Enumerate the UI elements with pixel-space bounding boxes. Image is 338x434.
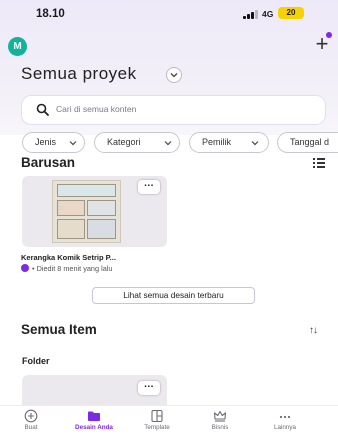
- chip-label: Pemilik: [202, 137, 232, 147]
- filter-chip-kategori[interactable]: Kategori: [94, 132, 180, 153]
- bottom-nav: Buat Desain Anda Template Bisnis Lainnya: [0, 405, 338, 434]
- template-icon: [151, 409, 163, 423]
- signal-icon: [243, 10, 259, 19]
- design-thumbnail[interactable]: ...: [22, 176, 167, 247]
- folder-label: Folder: [22, 356, 50, 366]
- design-meta: • Diedit 8 menit yang lalu: [21, 264, 112, 273]
- chevron-down-icon: [164, 141, 172, 146]
- design-title[interactable]: Kerangka Komik Setrip P...: [21, 253, 116, 262]
- chevron-down-icon: [251, 141, 259, 146]
- title-dropdown-button[interactable]: [166, 67, 182, 83]
- chevron-down-icon: [69, 141, 77, 146]
- avatar[interactable]: M: [8, 37, 27, 56]
- more-icon: [279, 415, 291, 419]
- nav-label: Buat: [24, 424, 38, 431]
- comic-preview: [52, 180, 121, 243]
- chip-label: Jenis: [35, 137, 57, 147]
- canva-badge-icon: [21, 264, 29, 272]
- page-title: Semua proyek: [21, 64, 137, 83]
- nav-label: Bisnis: [211, 424, 229, 431]
- folder-card[interactable]: ...: [22, 375, 167, 405]
- plus-circle-icon: [24, 409, 38, 423]
- search-placeholder: Cari di semua konten: [56, 104, 137, 114]
- nav-label: Lainnya: [273, 424, 297, 431]
- design-more-button[interactable]: ...: [138, 179, 160, 194]
- filter-chip-pemilik[interactable]: Pemilik: [189, 132, 269, 153]
- chip-label: Kategori: [107, 137, 141, 147]
- battery-icon: 20: [278, 7, 304, 19]
- nav-label: Template: [144, 424, 170, 431]
- see-all-recent-button[interactable]: Lihat semua desain terbaru: [92, 287, 255, 304]
- status-bar: 18.10 4G 20: [0, 0, 338, 28]
- crown-icon: [213, 410, 227, 422]
- network-type: 4G: [262, 9, 274, 19]
- nav-item-create[interactable]: Buat: [1, 406, 61, 434]
- nav-item-template[interactable]: Template: [127, 406, 187, 434]
- nav-item-business[interactable]: Bisnis: [190, 406, 250, 434]
- nav-item-more[interactable]: Lainnya: [255, 406, 315, 434]
- folder-icon: [88, 411, 100, 421]
- section-title-recent: Barusan: [21, 155, 76, 170]
- sort-icon[interactable]: ↑↓: [309, 325, 318, 336]
- chip-label: Tanggal d: [290, 137, 330, 147]
- folder-more-button[interactable]: ...: [138, 380, 160, 395]
- nav-label: Desain Anda: [75, 424, 113, 431]
- filter-chip-tanggal[interactable]: Tanggal d: [277, 132, 338, 153]
- status-time: 18.10: [36, 8, 65, 20]
- nav-item-your-designs[interactable]: Desain Anda: [64, 406, 124, 434]
- search-input[interactable]: Cari di semua konten: [22, 96, 325, 124]
- filter-chip-jenis[interactable]: Jenis: [22, 132, 85, 153]
- chevron-down-icon: [170, 73, 178, 78]
- section-title-all-items: Semua Item: [21, 322, 97, 337]
- search-icon: [36, 103, 49, 116]
- list-view-icon[interactable]: [313, 158, 325, 169]
- design-edited-text: • Diedit 8 menit yang lalu: [32, 264, 113, 273]
- notification-dot: [326, 32, 332, 38]
